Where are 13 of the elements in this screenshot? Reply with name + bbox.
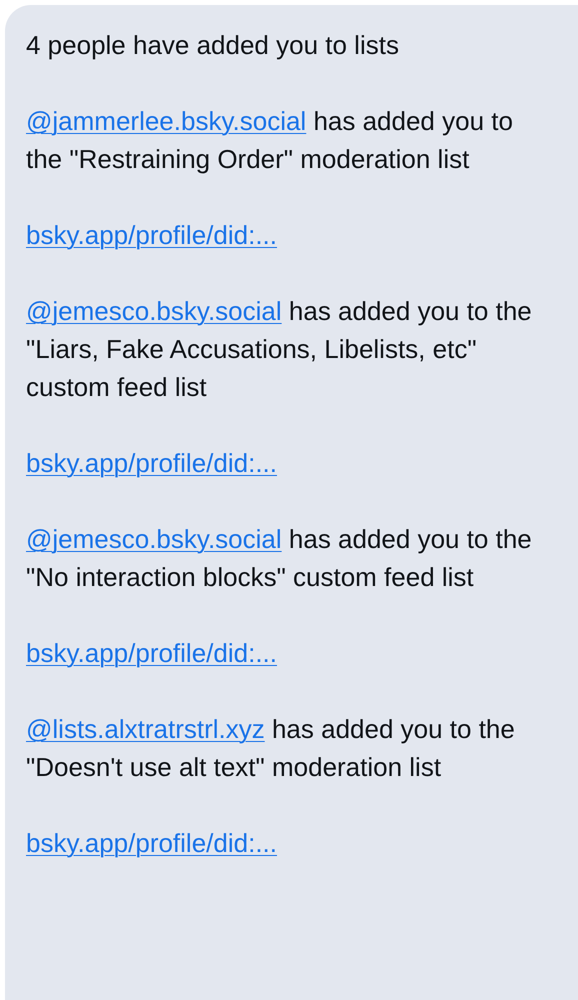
profile-url-link[interactable]: bsky.app/profile/did:... [26,638,277,668]
profile-url-link[interactable]: bsky.app/profile/did:... [26,448,277,478]
profile-handle-link[interactable]: @jemesco.bsky.social [26,296,282,326]
profile-handle-link[interactable]: @jammerlee.bsky.social [26,106,306,136]
message-heading: 4 people have added you to lists [26,29,400,62]
message-paragraph: @jammerlee.bsky.social has added you to the "Restraining Order" moderation list [26,105,514,176]
message-paragraph: @jemesco.bsky.social has added you to the "Liars, Fake Accusations, Libelists, etc" custom feed list [26,295,533,404]
profile-handle-link[interactable]: @jemesco.bsky.social [26,524,282,554]
message-paragraph: @jemesco.bsky.social has added you to the "No interaction blocks" custom feed list [26,523,533,594]
profile-url-link[interactable]: bsky.app/profile/did:... [26,220,277,250]
message-paragraph: @lists.alxtratrstrl.xyz has added you to the "Doesn't use alt text" moderation list [26,713,516,784]
profile-url-link[interactable]: bsky.app/profile/did:... [26,828,277,858]
profile-handle-link[interactable]: @lists.alxtratrstrl.xyz [26,714,265,744]
